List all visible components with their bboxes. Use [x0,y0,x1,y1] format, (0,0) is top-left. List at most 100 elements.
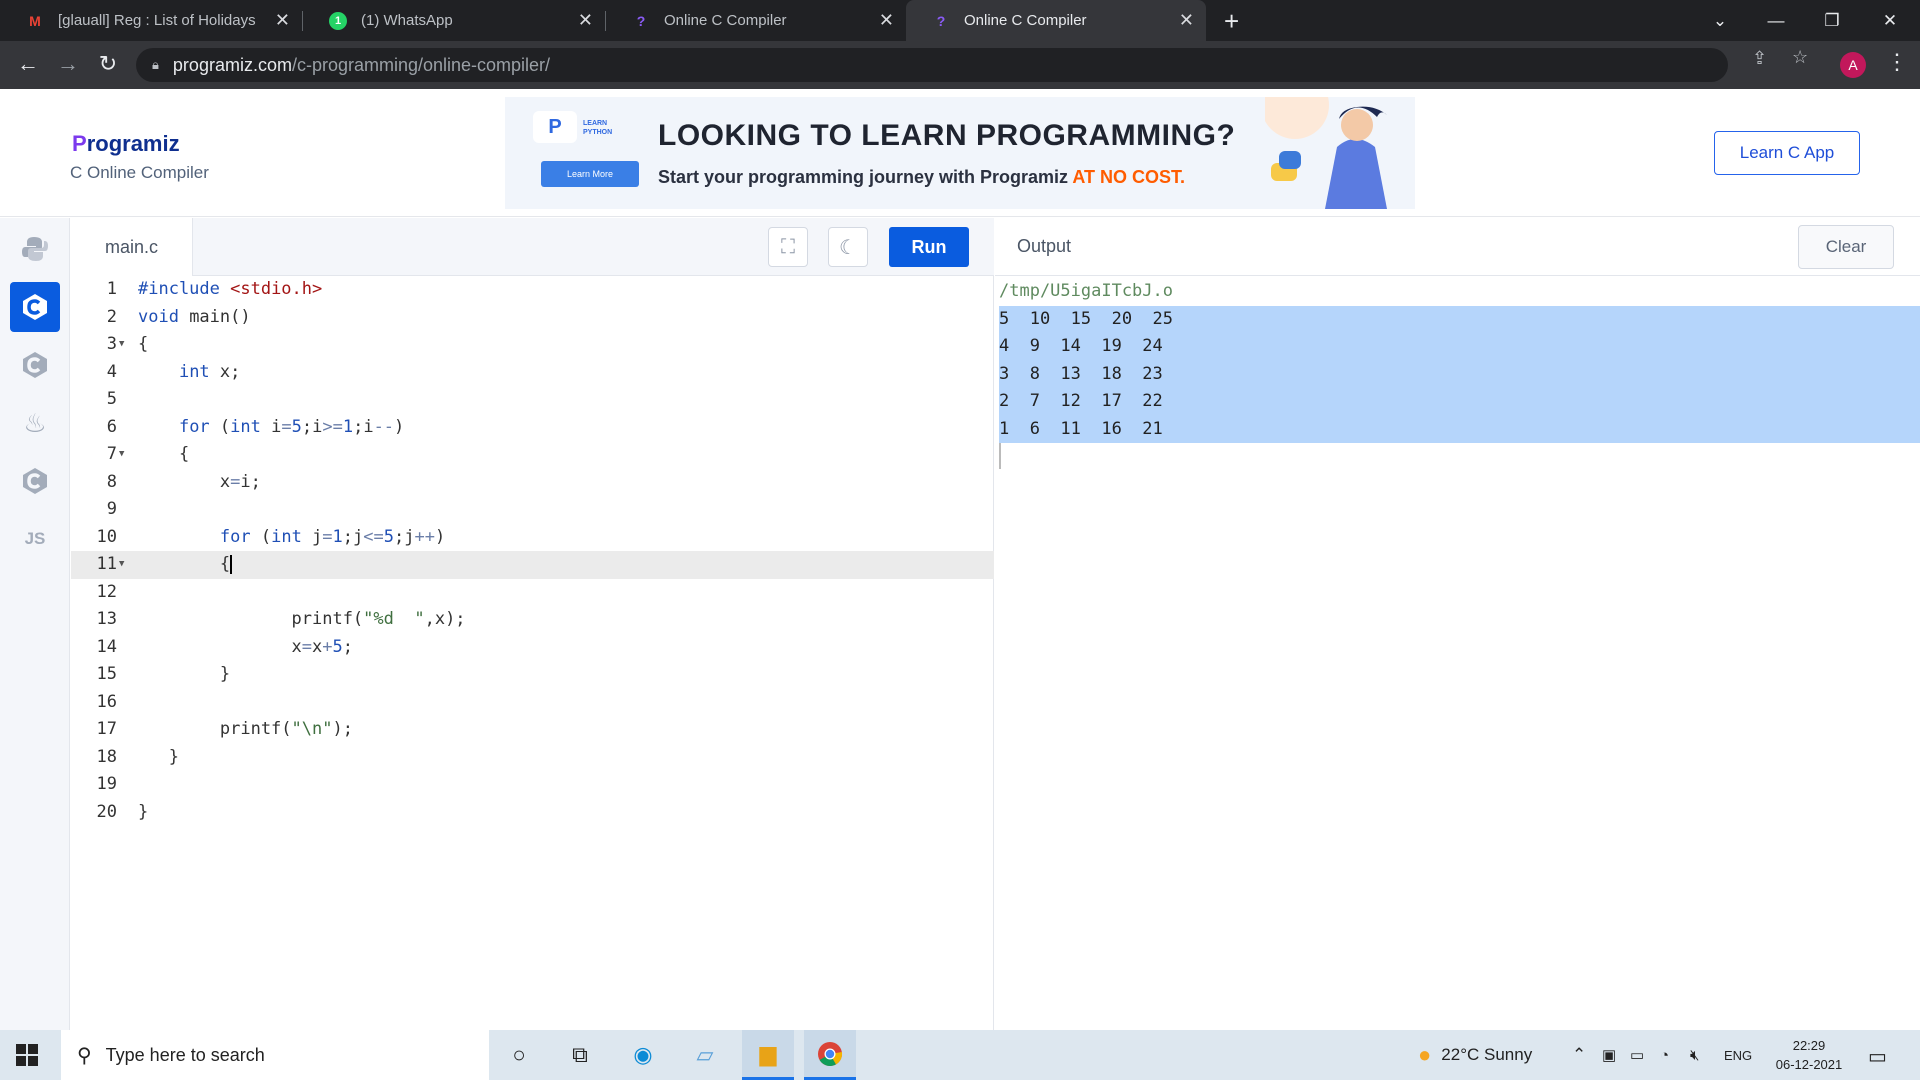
notepad-app-icon[interactable]: ▱ [679,1030,731,1080]
back-icon[interactable]: ← [14,51,42,77]
weather-widget[interactable]: ● 22°C Sunny [1418,1030,1532,1080]
gmail-icon: M [29,12,41,29]
chrome-icon[interactable] [804,1030,856,1080]
close-window-icon[interactable]: ✕ [1862,0,1918,41]
cortana-icon[interactable]: ○ [493,1030,545,1080]
programiz-logo[interactable]: Programiz [72,131,180,157]
fold-arrow-icon[interactable]: ▼ [119,551,124,579]
code-line[interactable]: 11 ▼ { [71,551,994,579]
code-line[interactable]: 5 [71,386,994,414]
code-line[interactable]: 12 [71,579,994,607]
file-tab-main-c[interactable]: main.c [71,218,193,276]
new-tab-icon[interactable]: + [1224,6,1239,37]
fold-arrow-icon[interactable]: ▼ [119,331,124,359]
restore-icon[interactable]: ❐ [1804,0,1860,41]
code-line[interactable]: 20} [71,799,994,827]
output-header: Output Clear [995,218,1920,276]
python-icon[interactable] [10,224,60,274]
code-line[interactable]: 14 x=x+5; [71,634,994,662]
taskbar-search-box[interactable]: ⚲ Type here to search [61,1030,489,1080]
java-icon[interactable]: ♨ [10,398,60,448]
tab-search-icon[interactable]: ⌄ [1692,0,1748,41]
code-line[interactable]: 19 [71,771,994,799]
forward-icon[interactable]: → [54,51,82,77]
line-number: 5 [106,389,117,409]
code-line[interactable]: 6 for (int i=5;i>=1;i--) [71,414,994,442]
show-hidden-icons-icon[interactable]: ⌃ [1572,1030,1586,1080]
code-line[interactable]: 10 for (int j=1;j<=5;j++) [71,524,994,552]
csharp-icon[interactable] [10,456,60,506]
fullscreen-icon[interactable]: ⛶ [768,227,808,267]
minimize-icon[interactable]: — [1748,0,1804,41]
close-tab-icon[interactable]: ✕ [1179,10,1194,31]
ad-illustration [1265,97,1387,209]
address-bar-row: ← → ↻ 🔒︎ programiz.com /c-programming/on… [0,41,1920,89]
dark-mode-icon[interactable]: ☾ [828,227,868,267]
run-button[interactable]: Run [889,227,969,267]
profile-avatar[interactable]: A [1840,52,1866,78]
meet-now-icon[interactable]: ▣ [1602,1030,1616,1080]
code-area[interactable]: 1 #include <stdio.h> 2 void main() 3 ▼{4 int … [71,276,994,826]
volume-muted-icon[interactable]: 🔇︎ [1690,1030,1699,1080]
ad-banner[interactable]: P LEARN PYTHON Learn More LOOKING TO LEAR… [505,97,1415,209]
tab-compiler-active[interactable]: ? Online C Compiler ✕ [906,0,1206,41]
page-subtitle: C Online Compiler [70,163,209,182]
code-line[interactable]: 8 x=i; [71,469,994,497]
edge-icon[interactable]: ◉ [617,1030,669,1080]
code-line[interactable]: 15 } [71,661,994,689]
code-line[interactable]: 16 [71,689,994,717]
close-tab-icon[interactable]: ✕ [879,10,894,31]
wifi-icon[interactable]: ◔ [1660,1030,1669,1080]
code-line[interactable]: 1 #include <stdio.h> [71,276,994,304]
task-view-icon[interactable]: ⧉ [554,1030,606,1080]
code-text: printf("%d ",x); [138,609,466,629]
code-line[interactable]: 3 ▼ { [71,331,994,359]
file-explorer-icon[interactable]: ▆ [742,1030,794,1080]
line-number: 10 [96,526,117,547]
windows-start-icon[interactable] [14,1042,40,1068]
close-tab-icon[interactable]: ✕ [578,10,593,31]
code-line[interactable]: 4 int x; [71,359,994,387]
javascript-icon[interactable]: JS [10,514,60,564]
line-number: 2 [106,306,117,327]
browser-menu-icon[interactable]: ⋮ [1886,49,1908,75]
ad-learn-more-button[interactable]: Learn More [541,161,639,187]
language-sidebar: ♨ JS [0,218,70,1030]
notification-center-icon[interactable]: ▭ [1868,1044,1887,1069]
code-line[interactable]: 9 [71,496,994,524]
clock[interactable]: 22:29 06-12-2021 [1764,1036,1854,1074]
close-tab-icon[interactable]: ✕ [275,10,290,31]
output-console[interactable]: /tmp/U5igaITcbJ.o 5 10 15 20 25 4 9 14 19… [999,278,1920,469]
c-icon[interactable] [10,282,60,332]
code-text: int x; [178,361,241,382]
code-line[interactable]: 7 ▼ { [71,441,994,469]
tab-gmail[interactable]: M [glauall] Reg : List of Holidays in I … [0,0,302,41]
programiz-logo-icon: P [533,111,577,143]
code-text: for (int j=1;j<=5;j++) [219,526,446,547]
input-language[interactable]: ENG [1724,1030,1752,1080]
line-number: 16 [96,691,117,712]
cpp-icon[interactable] [10,340,60,390]
fold-arrow-icon[interactable]: ▼ [119,441,124,469]
battery-icon[interactable]: ▭ [1630,1030,1644,1080]
code-text: printf("\n"); [138,719,353,739]
learn-c-app-button[interactable]: Learn C App [1714,131,1860,175]
code-line[interactable]: 17 printf("\n"); [71,716,994,744]
code-text: for (int i=5;i>=1;i--) [178,416,405,437]
line-number: 13 [96,609,117,629]
share-icon[interactable]: ⇪ [1752,48,1767,69]
code-line[interactable]: 18 } [71,744,994,772]
output-title: Output [1017,236,1072,256]
code-line[interactable]: 2 void main() [71,304,994,332]
output-line: 5 10 15 20 25 [999,305,1920,333]
url-field[interactable]: 🔒︎ programiz.com /c-programming/online-c… [136,47,1808,82]
tab-whatsapp[interactable]: 1 (1) WhatsApp ✕ [303,0,605,41]
clear-button[interactable]: Clear [1798,225,1894,269]
bookmark-star-icon[interactable]: ☆ [1792,47,1808,68]
output-pane: Output Clear /tmp/U5igaITcbJ.o 5 10 15 2… [995,218,1920,1030]
reload-icon[interactable]: ↻ [94,51,122,77]
code-line[interactable]: 13 printf("%d ",x); [71,606,994,634]
whatsapp-icon: 1 [329,11,347,30]
tab-compiler-1[interactable]: ? Online C Compiler ✕ [606,0,906,41]
search-icon: ⚲ [77,1044,92,1067]
